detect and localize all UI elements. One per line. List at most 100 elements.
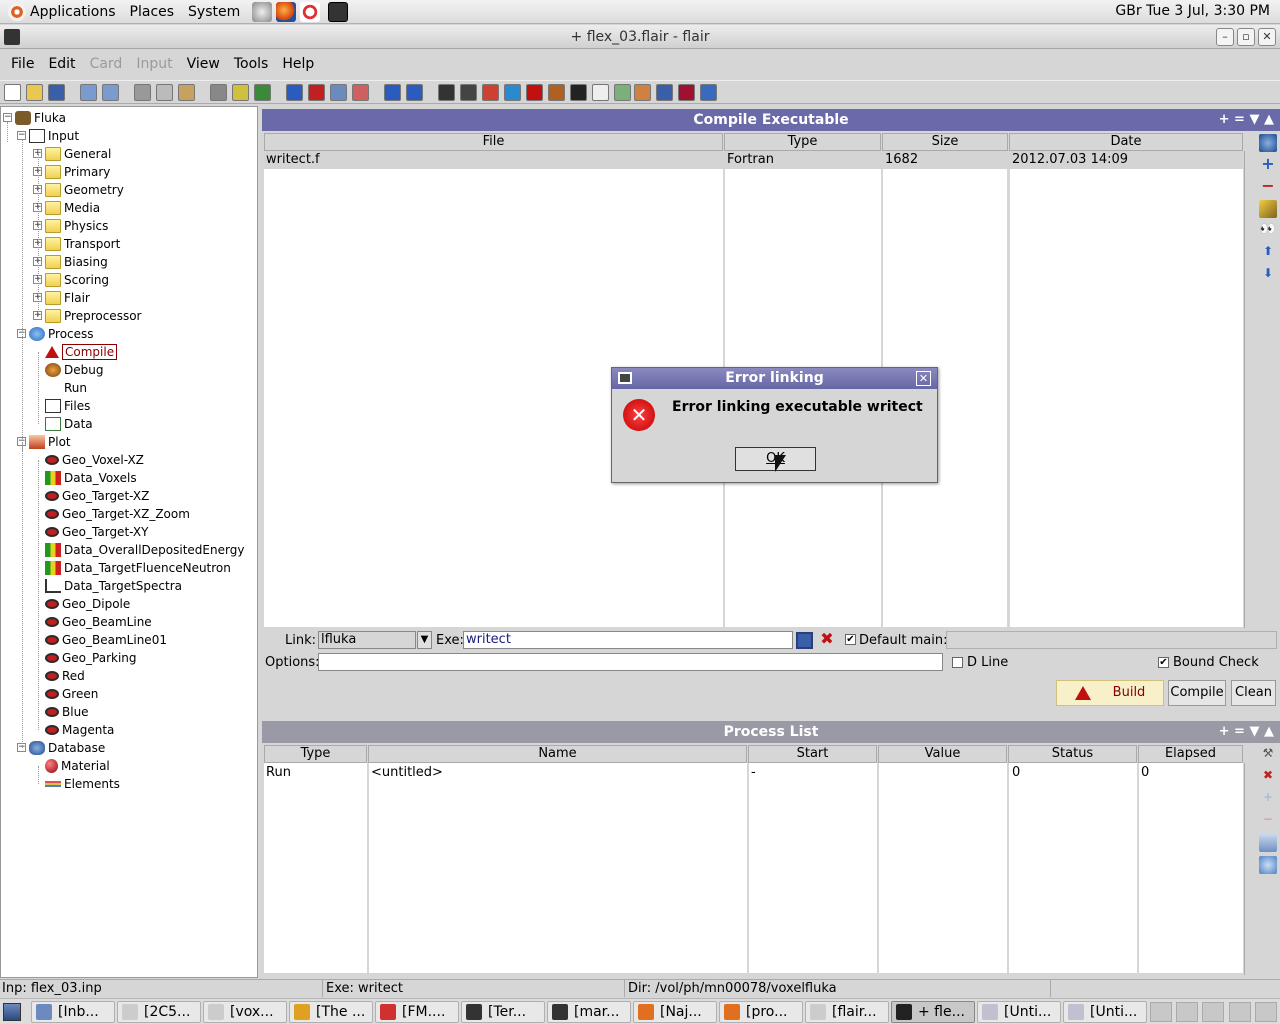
refresh-icon[interactable]	[254, 84, 271, 101]
debug-icon[interactable]	[460, 84, 477, 101]
tree-item-geo_dipole[interactable]: Geo_Dipole	[45, 595, 130, 613]
view-file-button[interactable]: 👀	[1259, 222, 1277, 240]
column-header-type[interactable]: Type	[264, 745, 367, 763]
column-header-status[interactable]: Status	[1008, 745, 1137, 763]
process-scrollbar[interactable]	[1244, 763, 1256, 975]
project-tree[interactable]: Fluka − Input − General + Primary + Geometry + Med…	[0, 106, 258, 978]
debugger-icon[interactable]	[548, 84, 565, 101]
menu-input[interactable]: Input	[129, 56, 179, 72]
taskbar-item[interactable]: [Naj...	[633, 1001, 717, 1023]
tree-item-physics[interactable]: Physics	[45, 217, 108, 235]
window-titlebar[interactable]: + flex_03.flair - flair – ▫ ✕	[0, 25, 1280, 49]
menu-file[interactable]: File	[4, 56, 41, 72]
value-column[interactable]	[879, 763, 1007, 973]
taskbar-item[interactable]: [2C5...	[117, 1001, 201, 1023]
tree-item-geo_voxel-xz[interactable]: Geo_Voxel-XZ	[45, 451, 144, 469]
tray-trash-icon[interactable]	[1255, 1002, 1277, 1022]
column-header-elapsed[interactable]: Elapsed	[1138, 745, 1243, 763]
places-menu[interactable]: Places	[130, 4, 175, 20]
expander-icon[interactable]: −	[17, 131, 26, 140]
undo-icon[interactable]	[80, 84, 97, 101]
move-down-button[interactable]: ⬇	[1259, 266, 1277, 284]
attach-process-icon[interactable]: ⚒	[1259, 746, 1277, 764]
compile-scrollbar[interactable]	[1244, 151, 1256, 628]
panel-controls[interactable]: + = ▼ ▲	[1219, 109, 1274, 131]
tree-item-data[interactable]: Data	[45, 415, 93, 433]
tree-item-elements[interactable]: Elements	[45, 775, 120, 793]
link-combobox[interactable]: lfluka	[318, 631, 416, 649]
tree-root-fluka[interactable]: Fluka	[15, 109, 66, 127]
tree-item-plot[interactable]: Plot	[29, 433, 71, 451]
tree-item-scoring[interactable]: Scoring	[45, 271, 109, 289]
clean-button[interactable]: Clean	[1231, 680, 1276, 706]
refresh-process-icon[interactable]	[1259, 834, 1277, 852]
info-process-icon[interactable]	[1259, 856, 1277, 874]
column-header-name[interactable]: Name	[368, 745, 747, 763]
start-column[interactable]	[749, 763, 877, 973]
tree-item-blue[interactable]: Blue	[45, 703, 89, 721]
taskbar-item[interactable]: [The ...	[289, 1001, 373, 1023]
dialog-close-button[interactable]: ✕	[916, 371, 931, 386]
dialog-titlebar[interactable]: Error linking ✕	[612, 368, 937, 389]
cut-icon[interactable]	[134, 84, 151, 101]
paste-icon[interactable]	[178, 84, 195, 101]
tree-item-files[interactable]: Files	[45, 397, 90, 415]
column-header-file[interactable]: File	[264, 133, 723, 151]
build-button[interactable]: Build	[1056, 680, 1164, 706]
tree-item-compile[interactable]: Compile	[45, 343, 118, 361]
tree-item-database[interactable]: Database	[29, 739, 105, 757]
taskbar-item[interactable]: [pro...	[719, 1001, 803, 1023]
tree-item-magenta[interactable]: Magenta	[45, 721, 114, 739]
tree-item-geo_target-xz_zoom[interactable]: Geo_Target-XZ_Zoom	[45, 505, 190, 523]
plot-icon[interactable]	[482, 84, 499, 101]
tray-box-3[interactable]	[1202, 1002, 1224, 1022]
column-header-value[interactable]: Value	[878, 745, 1007, 763]
help-launcher-icon[interactable]	[300, 1, 321, 22]
terminal-launcher-icon[interactable]	[328, 1, 349, 22]
tree-item-data_targetspectra[interactable]: Data_TargetSpectra	[45, 577, 182, 595]
minimize-button[interactable]: –	[1216, 28, 1234, 46]
save-exe-icon[interactable]	[796, 632, 813, 649]
new-icon[interactable]	[4, 84, 21, 101]
edit-file-button[interactable]	[1259, 200, 1277, 218]
taskbar-item[interactable]: + fle...	[891, 1001, 975, 1023]
dline-checkbox[interactable]	[952, 657, 963, 668]
move-up-button[interactable]: ⬆	[1259, 244, 1277, 262]
files-icon[interactable]	[592, 84, 609, 101]
add-card-icon[interactable]	[286, 84, 303, 101]
remove-process-icon[interactable]: −	[1259, 812, 1277, 830]
show-desktop-icon[interactable]	[3, 1003, 21, 1021]
process-icon[interactable]	[504, 84, 521, 101]
remove-file-button[interactable]: −	[1259, 178, 1277, 196]
open-icon[interactable]	[26, 84, 43, 101]
bound-check-checkbox[interactable]: ✔	[1158, 657, 1169, 668]
add-process-icon[interactable]: +	[1259, 790, 1277, 808]
redo-icon[interactable]	[102, 84, 119, 101]
tree-item-material[interactable]: Material	[45, 757, 110, 775]
menu-edit[interactable]: Edit	[41, 56, 82, 72]
kill-process-icon[interactable]: ✖	[1259, 768, 1277, 786]
column-header-start[interactable]: Start	[748, 745, 877, 763]
network-launcher-icon[interactable]	[252, 1, 273, 22]
tree-item-geometry[interactable]: Geometry	[45, 181, 124, 199]
taskbar-item[interactable]: [Unti...	[1063, 1001, 1147, 1023]
tree-item-geo_target-xz[interactable]: Geo_Target-XZ	[45, 487, 149, 505]
tree-item-general[interactable]: General	[45, 145, 111, 163]
data-icon[interactable]	[614, 84, 631, 101]
material-icon[interactable]	[678, 84, 695, 101]
options-input[interactable]	[318, 653, 943, 671]
copy-icon[interactable]	[156, 84, 173, 101]
tree-item-transport[interactable]: Transport	[45, 235, 120, 253]
type-column[interactable]	[264, 763, 367, 973]
menu-view[interactable]: View	[180, 56, 227, 72]
column-header-date[interactable]: Date	[1009, 133, 1243, 151]
dialog-menu-icon[interactable]	[618, 372, 632, 384]
link-dropdown-icon[interactable]: ▼	[417, 631, 432, 649]
tree-item-biasing[interactable]: Biasing	[45, 253, 108, 271]
elapsed-column[interactable]	[1139, 763, 1243, 973]
tree-item-data_voxels[interactable]: Data_Voxels	[45, 469, 137, 487]
firefox-launcher-icon[interactable]	[276, 1, 297, 22]
tree-item-run[interactable]: Run	[45, 379, 87, 397]
expander-icon[interactable]: −	[3, 113, 12, 122]
tray-app-icon[interactable]	[1229, 1002, 1251, 1022]
